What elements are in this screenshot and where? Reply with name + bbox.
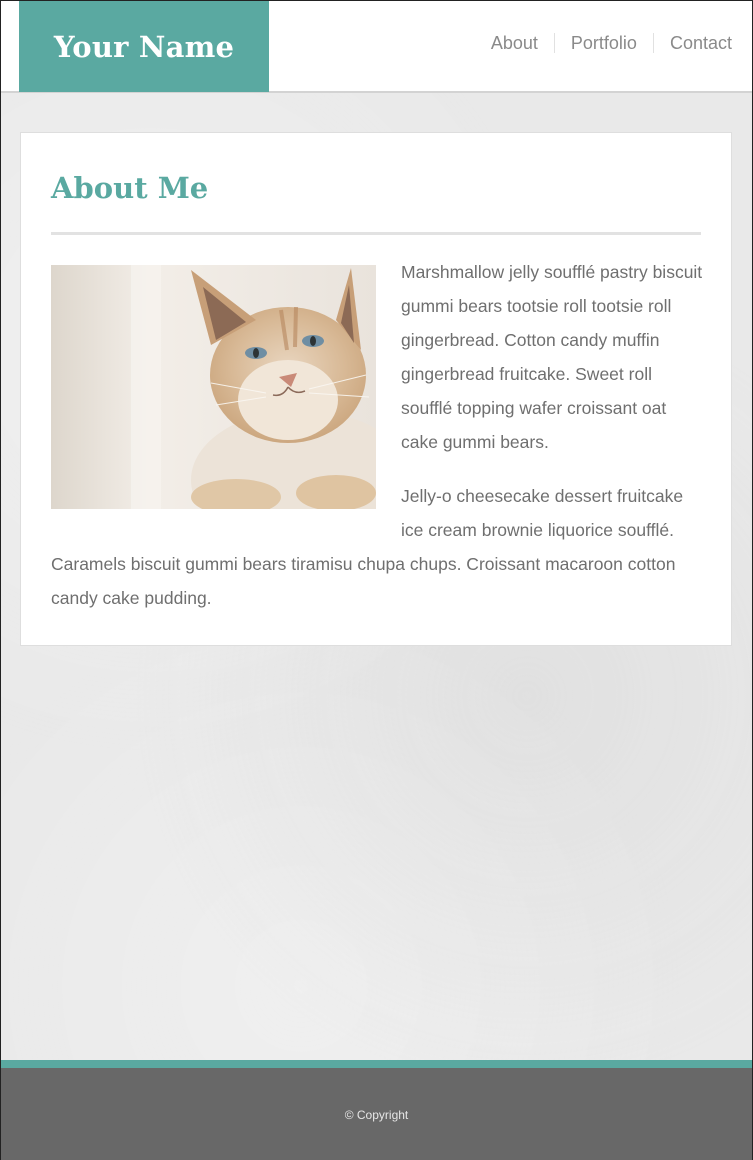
page-title: About Me [51, 171, 209, 205]
site-footer: © Copyright [1, 1068, 752, 1160]
footer-accent-bar [1, 1060, 752, 1068]
copyright-text: © Copyright [344, 1107, 409, 1122]
nav-contact-link[interactable]: Contact [652, 33, 732, 53]
site-header: Your Name About Portfolio Contact [1, 1, 752, 93]
title-divider [51, 232, 701, 235]
about-content: Marshmallow jelly soufflé pastry biscuit… [51, 255, 703, 635]
logo-text: Your Name [53, 29, 235, 64]
logo[interactable]: Your Name [19, 1, 269, 92]
nav-about-link[interactable]: About [491, 33, 538, 53]
main-nav: About Portfolio Contact [491, 33, 732, 53]
cat-photo [51, 265, 376, 509]
about-card: About Me Marshmallow jelly soufflé pastr… [20, 132, 732, 646]
nav-portfolio-link[interactable]: Portfolio [553, 33, 637, 53]
